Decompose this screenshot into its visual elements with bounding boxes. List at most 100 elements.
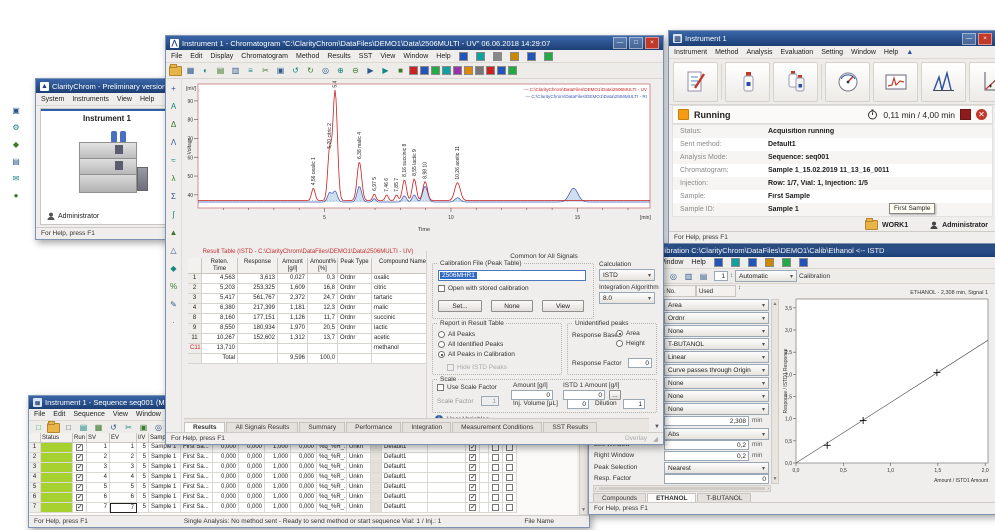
toolbar-icon[interactable]: ✂ (122, 422, 135, 434)
run-checkbox[interactable]: ✓ (76, 454, 83, 461)
toolbar-icon[interactable]: ▣ (137, 422, 150, 434)
sequence-checkbox[interactable] (492, 454, 499, 461)
menu-toolbar-icon[interactable] (497, 66, 506, 75)
amount-field[interactable]: 0 (511, 390, 553, 400)
sequence-checkbox[interactable] (506, 494, 513, 501)
left-window-field[interactable]: 0,2 (664, 440, 749, 450)
window-instrument[interactable]: ▥ Instrument 1 — × InstrumentMethodAnaly… (668, 30, 995, 244)
titlebar-instrument[interactable]: ▥ Instrument 1 — × (669, 31, 995, 46)
response-base-option[interactable]: Area (616, 330, 640, 337)
signal-number-field[interactable]: 1 (714, 271, 728, 281)
menu-item-file[interactable]: File (34, 411, 45, 418)
menu-toolbar-icon[interactable] (475, 66, 484, 75)
toolbar-icon[interactable]: ↺ (107, 422, 120, 434)
toolbar-icon[interactable]: ✂ (259, 65, 272, 77)
sequence-checkbox[interactable] (492, 444, 499, 451)
resize-grip-icon[interactable]: ◢ (653, 435, 658, 443)
sequence-row[interactable]: 6✓665Sample 1First Sa...0,0000,0001,0000… (29, 493, 577, 503)
sequence-checkbox[interactable] (506, 504, 513, 511)
menu-toolbar-icon[interactable] (464, 66, 473, 75)
calibration-dropdown-ordnr[interactable]: Ordnr▾ (664, 312, 769, 324)
report-option[interactable]: All Identified Peaks (438, 341, 503, 348)
calibration-dropdown-area[interactable]: Area▾ (664, 299, 769, 311)
menu-item-analysis[interactable]: Analysis (746, 49, 772, 56)
menu-toolbar-icon[interactable] (765, 258, 774, 267)
retention-field[interactable]: 2,308 (664, 416, 749, 426)
open-stored-calibration-checkbox[interactable] (438, 285, 445, 292)
toolbar-icon[interactable]: ◐ (199, 65, 212, 77)
set-button[interactable]: Set... (438, 300, 482, 312)
maximize-button[interactable]: □ (629, 37, 643, 49)
calibration-dropdown-none[interactable]: None▾ (664, 325, 769, 337)
chromatogram-peaks-icon[interactable] (921, 62, 966, 102)
data-acquisition-icon[interactable] (873, 62, 918, 102)
sequence-table[interactable]: StatusRunSVEVI/VSample ID1✓115Sample 1Fi… (29, 433, 577, 516)
sequence-checkbox[interactable] (492, 474, 499, 481)
run-checkbox[interactable]: ✓ (76, 444, 83, 451)
table-row[interactable]: C1113,710methanol (188, 344, 434, 354)
device-monitor-icon[interactable] (825, 62, 870, 102)
method-setup-icon[interactable] (673, 62, 718, 102)
toolbar-icon[interactable]: ▤ (697, 270, 710, 282)
calibration-vscrollbar[interactable]: ▲▼ (771, 299, 779, 484)
sequence-checkbox[interactable]: ✓ (469, 474, 476, 481)
tab-performance[interactable]: Performance (346, 422, 401, 432)
toolbar-icon[interactable]: ▥ (229, 65, 242, 77)
calibration-file-field[interactable]: 2506MHR1 (438, 270, 586, 281)
menu-toolbar-icon[interactable] (782, 258, 791, 267)
menu-item-file[interactable]: File (171, 53, 182, 60)
chromatogram-plot[interactable]: 40506070809051015[mV][min]TimeVoltage4,5… (186, 81, 656, 233)
open-folder-icon[interactable] (47, 423, 60, 433)
toolbar-icon[interactable]: ↺ (289, 65, 302, 77)
tab-all-signals-results[interactable]: All Signals Results (226, 422, 298, 432)
station-rail-icon[interactable]: ✉ (10, 172, 23, 184)
station-rail-icon[interactable]: ▤ (10, 155, 23, 167)
menu-toolbar-icon[interactable] (459, 52, 468, 61)
toolbar-icon[interactable]: ↻ (304, 65, 317, 77)
titlebar-chromatogram[interactable]: ⋀ Instrument 1 - Chromatogram "C:\Clarit… (166, 36, 663, 50)
right-window-field[interactable]: 0,2 (664, 451, 749, 461)
menu-toolbar-icon[interactable] (731, 258, 740, 267)
sequence-checkbox[interactable]: ✓ (469, 504, 476, 511)
menu-item-help[interactable]: Help (884, 49, 898, 56)
toolbar-icon[interactable]: ▣ (274, 65, 287, 77)
sequence-checkbox[interactable]: ✓ (469, 464, 476, 471)
sequence-checkbox[interactable] (506, 464, 513, 471)
toolbar-icon[interactable]: □ (62, 422, 75, 434)
chrom-tool-icon[interactable]: λ (167, 172, 180, 184)
menu-toolbar-icon[interactable] (527, 52, 536, 61)
result-table[interactable]: Reten. Time [min]ResponseAmount [g/l]Amo… (188, 258, 434, 364)
report-option[interactable]: All Peaks (438, 331, 475, 338)
inj-volume-field[interactable]: 0 (567, 399, 589, 409)
tab-summary[interactable]: Summary (299, 422, 345, 432)
scale-factor-field[interactable]: 1 (481, 396, 499, 406)
toolbar-icon[interactable]: ▤ (214, 65, 227, 77)
table-row[interactable]: 98,550180,9341,97020,5Ordnrlactic (188, 324, 434, 334)
sequence-vscrollbar[interactable]: ▲▼ (579, 433, 588, 515)
menu-toolbar-icon[interactable] (453, 66, 462, 75)
menu-toolbar-icon[interactable] (714, 258, 723, 267)
istd-more-button[interactable]: ... (609, 390, 621, 400)
instrument-card[interactable]: Instrument 1 Administrator (40, 108, 174, 225)
sequence-checkbox[interactable]: ✓ (469, 444, 476, 451)
abs-dropdown[interactable]: Abs▾ (664, 428, 769, 440)
abort-button[interactable]: ✕ (976, 109, 987, 120)
toolbar-icon[interactable]: ◎ (319, 65, 332, 77)
toolbar-icon[interactable]: ≡ (244, 65, 257, 77)
sequence-checkbox[interactable] (492, 504, 499, 511)
toolbar-icon[interactable]: ⊖ (349, 65, 362, 77)
table-row[interactable]: 88,160177,1511,12611,7Ordnrsuccinic (188, 314, 434, 324)
run-checkbox[interactable]: ✓ (76, 464, 83, 471)
chrom-tool-icon[interactable]: △ (167, 244, 180, 256)
sequence-row[interactable]: 4✓445Sample 1First Sa...0,0000,0001,0000… (29, 473, 577, 483)
station-rail-icon[interactable]: ▣ (10, 104, 23, 116)
toolbar-icon[interactable]: ■ (394, 65, 407, 77)
calculation-dropdown[interactable]: ISTD▾ (599, 269, 655, 281)
none-button[interactable]: None (491, 300, 533, 312)
sequence-row[interactable]: 5✓555Sample 1First Sa...0,0000,0001,0000… (29, 483, 577, 493)
window-chromatogram[interactable]: ⋀ Instrument 1 - Chromatogram "C:\Clarit… (165, 35, 664, 445)
sequence-checkbox[interactable] (506, 474, 513, 481)
menu-item-view[interactable]: View (113, 411, 128, 418)
table-row[interactable]: 25,203253,3251,60916,8Ordnrcitric (188, 284, 434, 294)
sequence-checkbox[interactable] (506, 444, 513, 451)
